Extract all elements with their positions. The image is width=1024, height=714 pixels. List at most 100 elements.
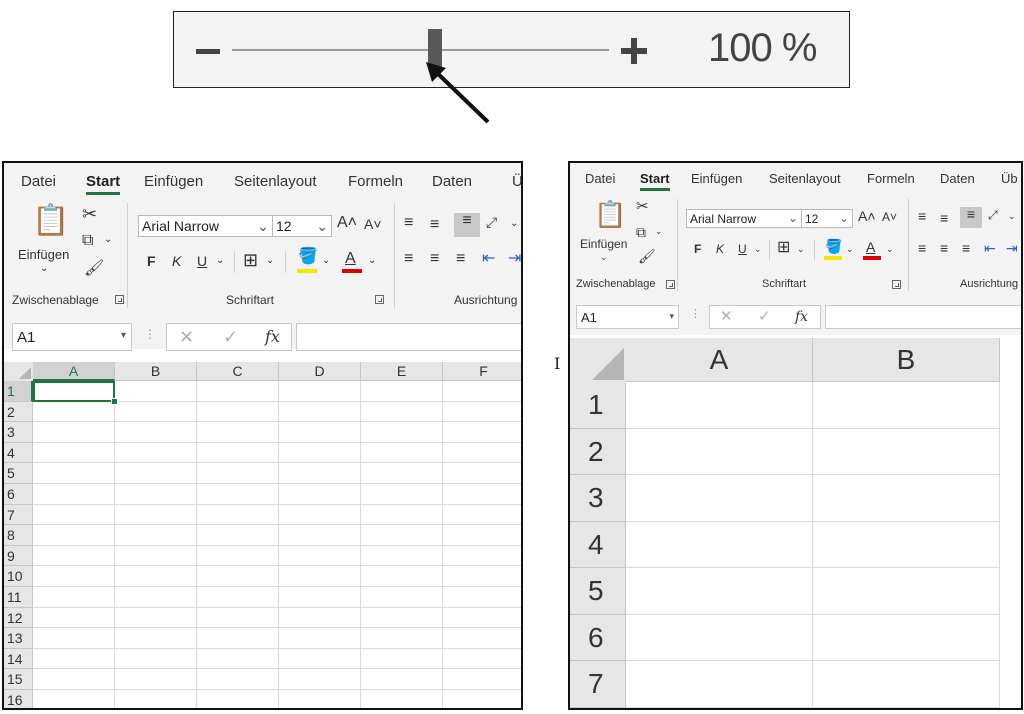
cell-d12[interactable] [279,607,361,629]
cell-e11[interactable] [361,587,443,608]
align-middle-icon[interactable]: ≡ [940,211,948,225]
zoom-in-button[interactable] [621,38,647,64]
cell-b8[interactable] [115,525,197,546]
paste-button-label[interactable]: Einfügen [580,237,627,251]
decrease-font-size-button[interactable]: A˅ [882,211,897,223]
cell-c5[interactable] [197,463,279,484]
orientation-dropdown-chevron-icon[interactable]: ⌄ [510,219,518,229]
cancel-icon[interactable]: ✕ [720,309,733,324]
italic-button[interactable]: K [172,254,181,268]
name-box[interactable]: A1 ▾ [12,323,132,351]
orientation-dropdown-chevron-icon[interactable]: ⌄ [1008,212,1016,221]
align-top-icon[interactable]: ≡ [918,209,926,223]
cell-d5[interactable] [279,463,361,484]
cell-f7[interactable] [443,504,521,526]
row-header-2[interactable]: 2 [570,428,626,475]
column-header-f[interactable]: F [443,362,521,381]
copy-dropdown-chevron-icon[interactable]: ⌄ [655,227,663,236]
cut-icon[interactable]: ✂ [636,199,649,214]
align-right-icon[interactable]: ≡ [962,241,970,255]
row-header-1[interactable]: 1 [4,381,33,402]
cell-a15[interactable] [33,669,115,690]
tab-start[interactable]: Start [86,173,121,195]
fill-color-icon[interactable]: 🪣 [298,249,318,265]
cell-a8[interactable] [33,525,115,546]
orientation-icon[interactable]: ⤢ [988,209,998,221]
font-name-combobox[interactable]: Arial Narrow ⌄ [138,215,273,237]
paste-button-label[interactable]: Einfügen [18,247,69,262]
name-box[interactable]: A1 ▾ [576,305,679,329]
row-header-15[interactable]: 15 [4,669,33,690]
paste-icon[interactable]: 📋 [32,206,69,236]
insert-function-button[interactable]: fx [795,310,808,324]
cell-e3[interactable] [361,422,443,443]
font-color-button[interactable]: A [866,240,875,254]
cell-c2[interactable] [197,401,279,423]
cell-f11[interactable] [443,587,521,608]
cell-d6[interactable] [279,484,361,505]
cell-c14[interactable] [197,648,279,670]
cell-c15[interactable] [197,669,279,690]
cell-d1[interactable] [279,381,361,402]
cell-e7[interactable] [361,504,443,526]
decrease-font-size-button[interactable]: A˅ [364,217,382,231]
copy-icon[interactable]: ⧉ [636,225,646,239]
cell-a14[interactable] [33,648,115,670]
cell-e10[interactable] [361,566,443,587]
cell-b4[interactable] [115,442,197,464]
cell-b1[interactable] [115,381,197,402]
copy-icon[interactable]: ⧉ [82,233,93,249]
cell-c10[interactable] [197,566,279,587]
cell-d9[interactable] [279,545,361,567]
cell-f4[interactable] [443,442,521,464]
clipboard-dialog-launcher[interactable] [666,280,675,289]
tab-datei[interactable]: Datei [585,171,615,186]
cell-b7[interactable] [813,661,1000,708]
column-header-a[interactable]: A [626,338,813,382]
border-dropdown-chevron-icon[interactable]: ⌄ [797,245,805,254]
cell-b7[interactable] [115,504,197,526]
bold-button[interactable]: F [147,254,156,268]
cell-a3[interactable] [626,475,813,522]
cell-a2[interactable] [33,401,115,423]
cell-b13[interactable] [115,628,197,649]
cell-b6[interactable] [115,484,197,505]
cell-f10[interactable] [443,566,521,587]
fill-handle[interactable] [111,397,118,405]
align-top-icon[interactable]: ≡ [404,215,413,231]
decrease-indent-icon[interactable]: ⇤ [984,241,996,255]
cell-c1[interactable] [197,381,279,402]
cell-c13[interactable] [197,628,279,649]
cell-b2[interactable] [115,401,197,423]
border-icon[interactable]: ⊞ [243,251,258,269]
row-header-5[interactable]: 5 [570,568,626,615]
row-header-3[interactable]: 3 [570,475,626,522]
cell-e5[interactable] [361,463,443,484]
cell-d7[interactable] [279,504,361,526]
cancel-icon[interactable]: ✕ [179,328,194,346]
cell-a11[interactable] [33,587,115,608]
underline-dropdown-chevron-icon[interactable]: ⌄ [754,245,762,254]
align-middle-icon[interactable]: ≡ [430,217,439,233]
cell-b14[interactable] [115,648,197,670]
font-color-button[interactable]: A [345,251,356,267]
cell-c7[interactable] [197,504,279,526]
tab-ueberpruefen[interactable]: Üb [1001,171,1018,186]
format-painter-icon[interactable]: 🖌 [84,261,104,277]
paste-dropdown-chevron-icon[interactable]: ⌄ [600,253,608,262]
cell-a1[interactable] [626,382,813,429]
cell-a4[interactable] [626,521,813,568]
cell-b11[interactable] [115,587,197,608]
column-header-b[interactable]: B [115,362,197,381]
italic-button[interactable]: K [716,243,724,255]
cell-e1[interactable] [361,381,443,402]
underline-button[interactable]: U [738,243,747,255]
row-header-4[interactable]: 4 [4,442,33,464]
cell-d10[interactable] [279,566,361,587]
cell-f5[interactable] [443,463,521,484]
align-bottom-icon[interactable]: ≡ [960,207,982,228]
copy-dropdown-chevron-icon[interactable]: ⌄ [104,235,112,245]
cut-icon[interactable]: ✂ [82,205,97,223]
cell-b2[interactable] [813,428,1000,475]
align-left-icon[interactable]: ≡ [918,241,926,255]
